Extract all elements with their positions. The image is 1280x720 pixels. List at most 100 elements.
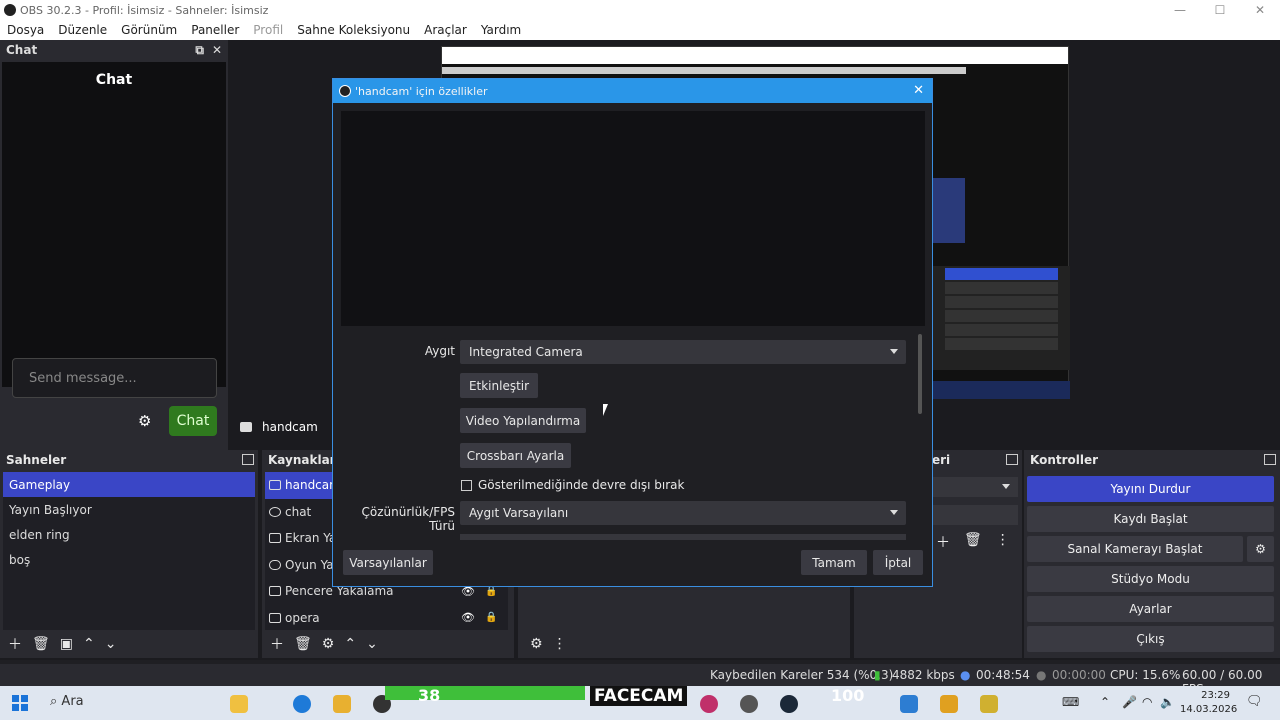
mic-icon[interactable]: 🎤 bbox=[1122, 695, 1137, 709]
dialog-scrollbar[interactable] bbox=[918, 334, 922, 414]
app-icon[interactable] bbox=[980, 695, 998, 713]
notification-icon[interactable]: 🗨 bbox=[1246, 694, 1263, 709]
send-message-input[interactable]: Send message... bbox=[12, 358, 217, 398]
up-arrow-icon[interactable]: ⌃ bbox=[344, 636, 356, 652]
minimize-icon[interactable]: — bbox=[1160, 0, 1200, 20]
taskbar-search[interactable]: ⌕ Ara bbox=[50, 694, 84, 709]
maximize-icon[interactable]: ☐ bbox=[1200, 0, 1240, 20]
source-label: chat bbox=[285, 504, 312, 519]
menu-bar: Dosya Düzenle Görünüm Paneller Profil Sa… bbox=[0, 20, 1280, 40]
filter-icon[interactable]: ▣ bbox=[60, 636, 73, 652]
sparkle-icon[interactable] bbox=[230, 695, 248, 713]
menu-scene-collection[interactable]: Sahne Koleksiyonu bbox=[290, 23, 417, 37]
app-icon[interactable] bbox=[940, 695, 958, 713]
source-preview bbox=[341, 111, 925, 326]
record-icon: ● bbox=[1036, 668, 1047, 682]
start-virtual-camera-button[interactable]: Sanal Kamerayı Başlat bbox=[1027, 536, 1243, 562]
trash-icon[interactable]: 🗑 bbox=[32, 636, 50, 652]
scene-item[interactable]: Gameplay bbox=[3, 472, 255, 497]
facecam-label: FACECAM bbox=[590, 686, 688, 706]
deactivate-checkbox-label: Gösterilmediğinde devre dışı bırak bbox=[478, 478, 685, 492]
video-config-button[interactable]: Video Yapılandırma bbox=[460, 408, 586, 433]
stop-streaming-button[interactable]: Yayını Durdur bbox=[1027, 476, 1274, 502]
close-icon[interactable]: ✕ bbox=[212, 43, 222, 58]
exit-button[interactable]: Çıkış bbox=[1027, 626, 1274, 652]
status-bar: Kaybedilen Kareler 534 (%0.3) ▮ 4882 kbp… bbox=[0, 664, 1280, 696]
chat-dock-title: Chat ⧉ ✕ bbox=[0, 40, 228, 60]
mouse-cursor bbox=[603, 404, 608, 416]
close-icon[interactable]: ✕ bbox=[913, 83, 924, 98]
monitor-icon bbox=[269, 533, 281, 544]
up-arrow-icon[interactable]: ⌃ bbox=[83, 636, 95, 652]
trash-icon[interactable]: 🗑 bbox=[294, 636, 312, 652]
gear-icon[interactable]: ⚙ bbox=[138, 412, 151, 430]
eye-icon[interactable]: 👁 bbox=[461, 611, 475, 624]
lock-icon[interactable]: 🔒 bbox=[485, 612, 497, 623]
dialog-title-bar: 'handcam' için özellikler ✕ bbox=[333, 79, 932, 103]
chat-send-button[interactable]: Chat bbox=[169, 406, 217, 436]
menu-view[interactable]: Görünüm bbox=[114, 23, 184, 37]
resolution-type-select[interactable]: Aygıt Varsayılanı bbox=[460, 501, 906, 525]
gear-icon[interactable]: ⚙ bbox=[1247, 536, 1274, 562]
settings-button[interactable]: Ayarlar bbox=[1027, 596, 1274, 622]
app-icon[interactable] bbox=[700, 695, 718, 713]
taskbar: ⌕ Ara 38 FACECAM 100 ⌨ ⌃ 🎤 ◠ 🔈 23:29 14.… bbox=[0, 686, 1280, 720]
more-icon[interactable]: ⋮ bbox=[553, 636, 567, 652]
activate-button[interactable]: Etkinleştir bbox=[460, 373, 538, 398]
ok-button[interactable]: Tamam bbox=[801, 550, 867, 575]
float-icon[interactable] bbox=[242, 454, 254, 465]
transitions-title: eri bbox=[932, 453, 951, 467]
wifi-icon[interactable]: ◠ bbox=[1142, 695, 1152, 709]
down-arrow-icon[interactable]: ⌄ bbox=[366, 636, 378, 652]
menu-help[interactable]: Yardım bbox=[474, 23, 528, 37]
overlay-counter: 38 bbox=[418, 686, 441, 705]
device-select[interactable]: Integrated Camera bbox=[460, 340, 906, 364]
scene-item[interactable]: elden ring bbox=[3, 522, 255, 547]
down-arrow-icon[interactable]: ⌄ bbox=[105, 636, 117, 652]
menu-profile[interactable]: Profil bbox=[246, 23, 290, 37]
more-icon[interactable]: ⋮ bbox=[996, 532, 1010, 552]
defaults-button[interactable]: Varsayılanlar bbox=[343, 550, 433, 575]
menu-tools[interactable]: Araçlar bbox=[417, 23, 474, 37]
app-icon[interactable] bbox=[900, 695, 918, 713]
source-item[interactable]: opera 👁 🔒 bbox=[265, 605, 508, 632]
stream-icon: ● bbox=[960, 668, 971, 682]
transition-select[interactable] bbox=[932, 477, 1018, 497]
duration-stepper[interactable] bbox=[932, 505, 1018, 525]
volume-icon[interactable]: 🔈 bbox=[1160, 695, 1175, 709]
gear-icon[interactable]: ⚙ bbox=[530, 636, 543, 652]
browser-icon bbox=[269, 506, 281, 517]
studio-mode-button[interactable]: Stüdyo Modu bbox=[1027, 566, 1274, 592]
float-icon[interactable] bbox=[1264, 454, 1276, 465]
float-icon[interactable] bbox=[1006, 454, 1018, 465]
menu-docks[interactable]: Paneller bbox=[184, 23, 246, 37]
gear-icon[interactable]: ⚙ bbox=[322, 636, 335, 652]
camera-icon bbox=[240, 422, 252, 432]
add-icon[interactable]: ＋ bbox=[270, 634, 284, 654]
opera-icon[interactable] bbox=[740, 695, 758, 713]
menu-file[interactable]: Dosya bbox=[0, 23, 51, 37]
add-icon[interactable]: ＋ bbox=[936, 532, 950, 552]
taskbar-clock[interactable]: 23:29 14.03.2026 bbox=[1180, 689, 1237, 717]
chevron-up-icon[interactable]: ⌃ bbox=[1100, 695, 1110, 709]
close-icon[interactable]: ✕ bbox=[1240, 0, 1280, 20]
trash-icon[interactable]: 🗑 bbox=[964, 532, 982, 552]
steam-icon[interactable] bbox=[780, 695, 798, 713]
keyboard-icon[interactable]: ⌨ bbox=[1062, 695, 1079, 709]
crossbar-button[interactable]: Crossbarı Ayarla bbox=[460, 443, 571, 468]
scene-item[interactable]: boş bbox=[3, 547, 255, 572]
scene-item[interactable]: Yayın Başlıyor bbox=[3, 497, 255, 522]
taskbar-search-label: Ara bbox=[61, 694, 84, 709]
add-icon[interactable]: ＋ bbox=[8, 634, 22, 654]
sources-toolbar: ＋ 🗑 ⚙ ⌃ ⌄ bbox=[262, 630, 514, 658]
lock-icon[interactable]: 🔒 bbox=[485, 586, 497, 597]
float-icon[interactable]: ⧉ bbox=[195, 43, 204, 58]
windows-start-icon[interactable] bbox=[12, 695, 28, 711]
folder-icon[interactable] bbox=[333, 695, 351, 713]
deactivate-checkbox[interactable] bbox=[461, 480, 472, 491]
menu-edit[interactable]: Düzenle bbox=[51, 23, 114, 37]
scenes-dock-title: Sahneler bbox=[0, 450, 258, 470]
cancel-button[interactable]: İptal bbox=[873, 550, 923, 575]
start-recording-button[interactable]: Kaydı Başlat bbox=[1027, 506, 1274, 532]
edge-icon[interactable] bbox=[293, 695, 311, 713]
